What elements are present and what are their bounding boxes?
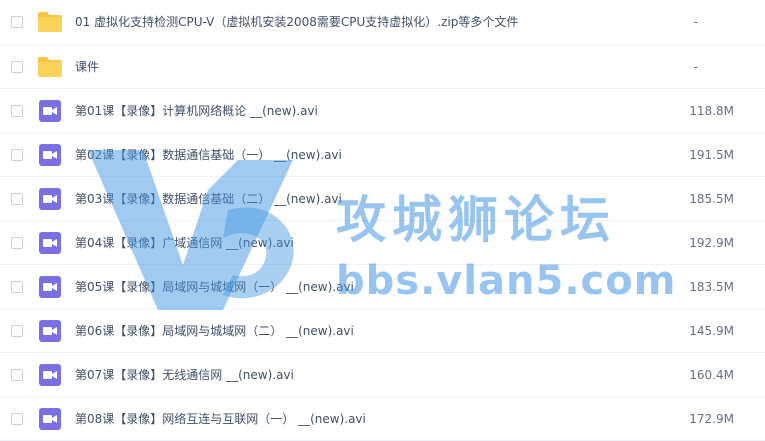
file-name[interactable]: 课件 (75, 59, 99, 75)
file-size: 118.8M (689, 104, 734, 118)
file-name[interactable]: 第07课【录像】无线通信网 __(new).avi (75, 367, 294, 383)
list-item[interactable]: 第03课【录像】数据通信基础（二） __(new).avi 185.5M (0, 177, 765, 221)
row-checkbox[interactable] (11, 369, 23, 381)
list-item[interactable]: 第07课【录像】无线通信网 __(new).avi 160.4M (0, 353, 765, 397)
row-checkbox[interactable] (11, 237, 23, 249)
video-file-icon (39, 144, 61, 166)
row-checkbox[interactable] (11, 413, 23, 425)
file-name[interactable]: 01 虚拟化支持检测CPU-V（虚拟机安装2008需要CPU支持虚拟化）.zip… (75, 14, 518, 30)
video-file-icon (39, 232, 61, 254)
file-name[interactable]: 第03课【录像】数据通信基础（二） __(new).avi (75, 191, 342, 207)
file-name[interactable]: 第01课【录像】计算机网络概论 __(new).avi (75, 103, 318, 119)
row-checkbox[interactable] (11, 149, 23, 161)
file-size: 191.5M (689, 148, 734, 162)
file-name[interactable]: 第08课【录像】网络互连与互联网（一） __(new).avi (75, 411, 366, 427)
file-size: - (693, 60, 698, 74)
list-item[interactable]: 第02课【录像】数据通信基础（一） __(new).avi 191.5M (0, 133, 765, 177)
file-size: - (693, 15, 698, 29)
video-file-icon (39, 100, 61, 122)
video-file-icon (39, 408, 61, 430)
file-size: 185.5M (689, 192, 734, 206)
video-file-icon (39, 364, 61, 386)
list-item[interactable]: 第05课【录像】局域网与城域网（一） __(new).avi 183.5M (0, 265, 765, 309)
folder-icon (38, 12, 62, 32)
row-checkbox[interactable] (11, 105, 23, 117)
video-file-icon (39, 188, 61, 210)
list-item[interactable]: 第06课【录像】局域网与城域网（二） __(new).avi 145.9M (0, 309, 765, 353)
list-item[interactable]: 第08课【录像】网络互连与互联网（一） __(new).avi 172.9M (0, 397, 765, 441)
list-item[interactable]: 第01课【录像】计算机网络概论 __(new).avi 118.8M (0, 89, 765, 133)
folder-icon (38, 57, 62, 77)
file-name[interactable]: 第02课【录像】数据通信基础（一） __(new).avi (75, 147, 342, 163)
list-item[interactable]: 课件 - (0, 45, 765, 89)
file-size: 192.9M (689, 236, 734, 250)
file-name[interactable]: 第04课【录像】广域通信网 __(new).avi (75, 235, 294, 251)
video-file-icon (39, 320, 61, 342)
row-checkbox[interactable] (11, 325, 23, 337)
file-size: 160.4M (689, 368, 734, 382)
file-list: 01 虚拟化支持检测CPU-V（虚拟机安装2008需要CPU支持虚拟化）.zip… (0, 0, 765, 441)
list-item[interactable]: 第04课【录像】广域通信网 __(new).avi 192.9M (0, 221, 765, 265)
row-checkbox[interactable] (11, 16, 23, 28)
file-name[interactable]: 第06课【录像】局域网与城域网（二） __(new).avi (75, 323, 354, 339)
file-name[interactable]: 第05课【录像】局域网与城域网（一） __(new).avi (75, 279, 354, 295)
list-item[interactable]: 01 虚拟化支持检测CPU-V（虚拟机安装2008需要CPU支持虚拟化）.zip… (0, 0, 765, 45)
file-size: 145.9M (689, 324, 734, 338)
file-size: 183.5M (689, 280, 734, 294)
video-file-icon (39, 276, 61, 298)
row-checkbox[interactable] (11, 281, 23, 293)
row-checkbox[interactable] (11, 193, 23, 205)
row-checkbox[interactable] (11, 61, 23, 73)
file-size: 172.9M (689, 412, 734, 426)
